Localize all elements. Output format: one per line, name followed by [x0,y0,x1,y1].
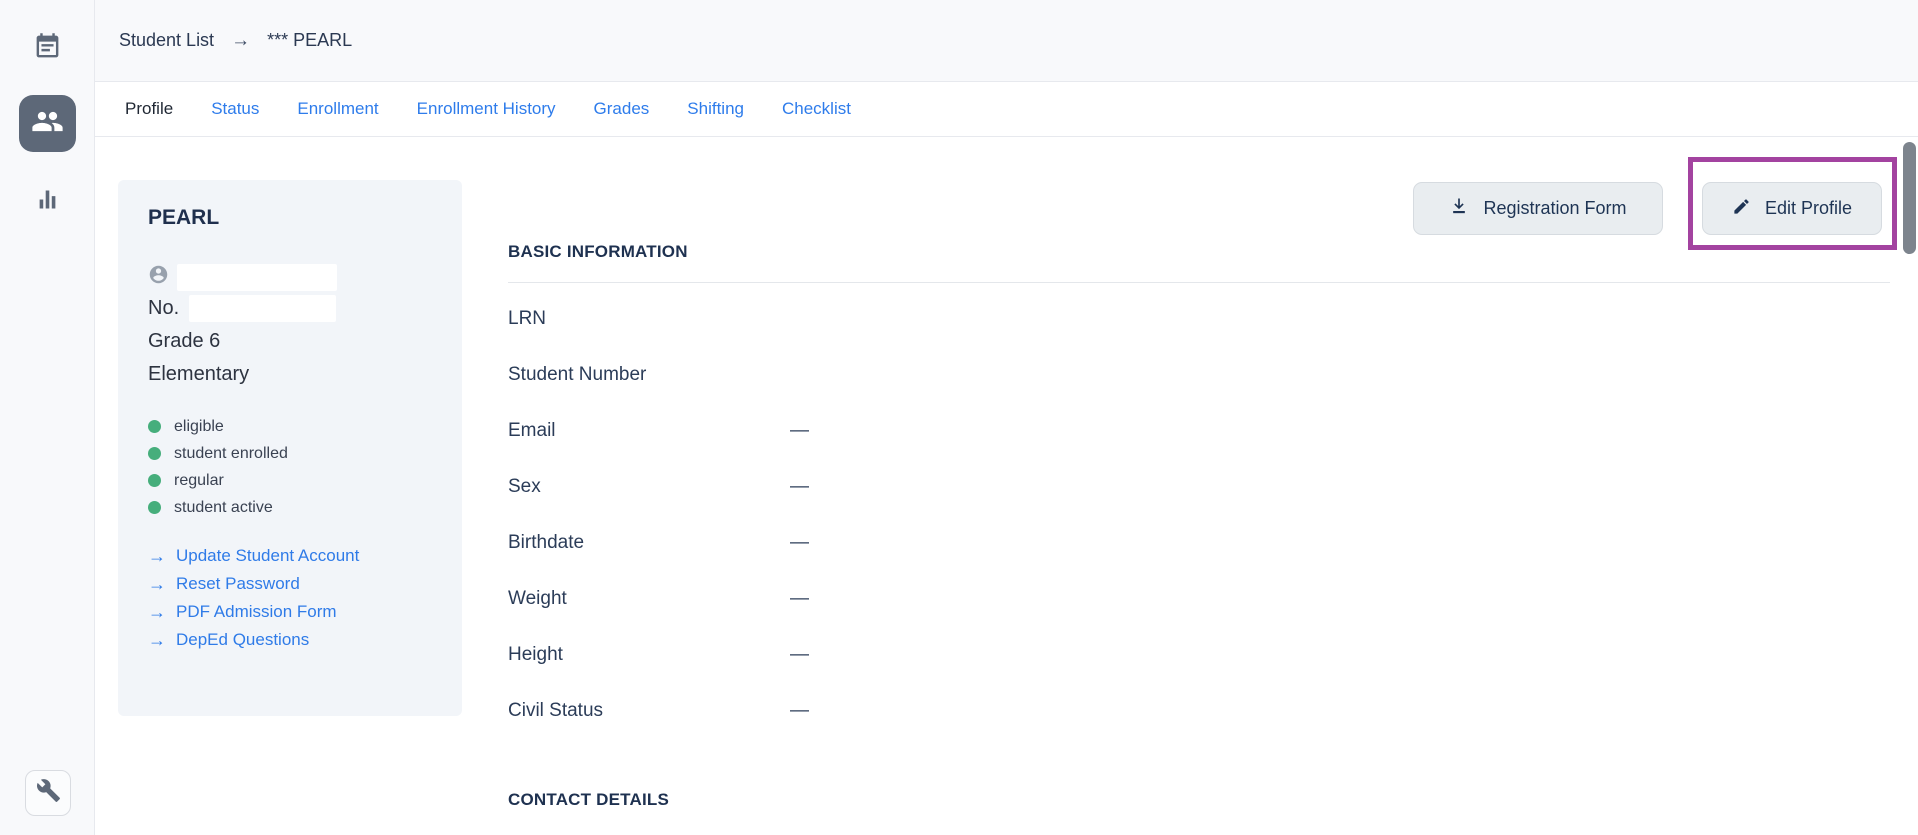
status-badge-list: eligible student enrolled regular studen… [148,413,432,521]
green-dot-icon [148,447,161,460]
student-profile-page: Student List → *** PEARL Profile Status … [0,0,1918,835]
breadcrumb-current-student: *** PEARL [267,30,352,51]
basic-information-rows: LRN Student Number Email — Sex — Birthda… [508,291,1508,739]
sidebar-nav [0,0,95,835]
student-grade: Grade 6 [148,325,432,358]
calendar-icon [33,32,62,66]
redacted-student-number [189,295,336,322]
student-level: Elementary [148,358,432,391]
tab-status[interactable]: Status [211,99,259,119]
info-row-weight: Weight — [508,571,1508,627]
arrow-right-icon: → [148,546,166,567]
profile-tab-bar: Profile Status Enrollment Enrollment His… [95,82,1918,137]
arrow-right-icon: → [148,630,166,651]
student-name: PEARL [148,206,432,230]
green-dot-icon [148,474,161,487]
link-reset-password[interactable]: → Reset Password [148,570,432,598]
tab-enrollment-history[interactable]: Enrollment History [417,99,556,119]
section-title-contact-details: CONTACT DETAILS [508,790,669,810]
student-number-row: No. [148,292,432,325]
student-action-links: → Update Student Account → Reset Passwor… [148,542,432,654]
download-icon [1449,196,1469,221]
sidebar-item-students[interactable] [19,95,76,152]
student-account-row [148,262,432,292]
section-title-basic-information: BASIC INFORMATION [508,242,688,262]
status-badge: eligible [148,413,432,440]
pencil-edit-icon [1732,197,1751,221]
sidebar-item-calendar[interactable] [0,32,95,66]
breadcrumb-arrow-icon: → [231,30,250,52]
link-deped-questions[interactable]: → DepEd Questions [148,626,432,654]
vertical-scrollbar-thumb[interactable] [1903,142,1916,254]
top-bar: Student List → *** PEARL [95,0,1918,82]
info-row-sex: Sex — [508,459,1508,515]
link-update-student-account[interactable]: → Update Student Account [148,542,432,570]
green-dot-icon [148,501,161,514]
breadcrumb: Student List → *** PEARL [119,30,352,52]
student-summary-card: PEARL No. Grade 6 Elementary eligible st… [118,180,462,716]
tab-enrollment[interactable]: Enrollment [297,99,378,119]
info-row-student-number: Student Number [508,347,1508,403]
arrow-right-icon: → [148,602,166,623]
link-pdf-admission-form[interactable]: → PDF Admission Form [148,598,432,626]
tools-wrench-icon [36,778,61,808]
arrow-right-icon: → [148,574,166,595]
info-row-civil-status: Civil Status — [508,683,1508,739]
status-badge: regular [148,467,432,494]
redacted-student-username [177,264,337,291]
info-row-lrn: LRN [508,291,1508,347]
status-badge: student enrolled [148,440,432,467]
tab-shifting[interactable]: Shifting [687,99,744,119]
info-row-birthdate: Birthdate — [508,515,1508,571]
reports-bar-chart-icon [34,186,61,218]
sidebar-item-tools[interactable] [25,770,71,816]
tab-profile[interactable]: Profile [125,99,173,119]
tab-grades[interactable]: Grades [594,99,650,119]
registration-form-button[interactable]: Registration Form [1413,182,1663,235]
info-row-height: Height — [508,627,1508,683]
edit-profile-button[interactable]: Edit Profile [1702,182,1882,235]
tab-checklist[interactable]: Checklist [782,99,851,119]
breadcrumb-student-list-link[interactable]: Student List [119,30,214,51]
student-number-label: No. [148,297,179,320]
sidebar-item-reports[interactable] [0,186,95,218]
status-badge: student active [148,494,432,521]
students-people-icon [31,105,64,143]
info-row-email: Email — [508,403,1508,459]
green-dot-icon [148,420,161,433]
section-divider [508,282,1890,283]
account-circle-icon [148,264,169,290]
